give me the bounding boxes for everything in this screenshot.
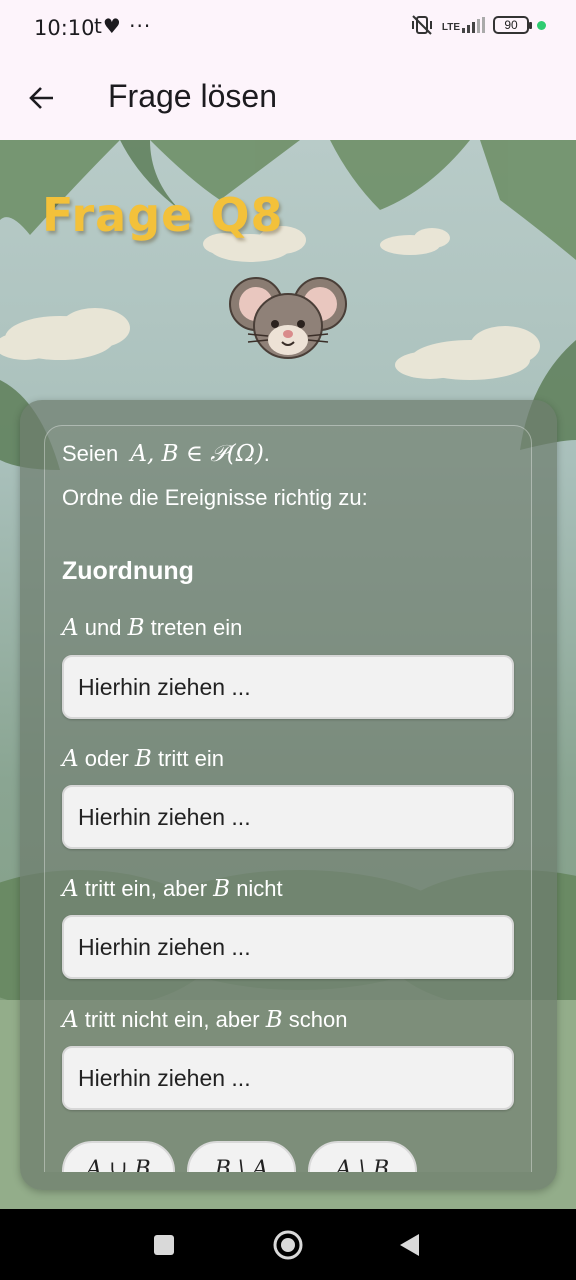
- label-text: tritt ein: [157, 746, 224, 771]
- signal-group: LTE: [442, 17, 485, 33]
- math-var: B: [127, 615, 145, 641]
- label-text: und: [84, 615, 122, 640]
- drop-slot-1[interactable]: Hierhin ziehen ...: [62, 655, 514, 719]
- label-text: tritt nicht ein, aber: [84, 1007, 260, 1032]
- section-heading: Zuordnung: [62, 557, 194, 585]
- answer-chip-3[interactable]: A \ B: [308, 1141, 417, 1172]
- math-var: A: [62, 876, 79, 902]
- math-var: B: [134, 746, 152, 772]
- match-label-2: A oder B tritt ein: [62, 746, 224, 772]
- circle-home-icon: [273, 1230, 303, 1260]
- question-title: Frage Q8: [42, 188, 284, 242]
- drop-slot-3[interactable]: Hierhin ziehen ...: [62, 915, 514, 979]
- card-scroll-area[interactable]: Seien A, B ∈ 𝒫(Ω). Ordne die Ereignisse …: [20, 400, 557, 1172]
- math-var: A: [62, 615, 79, 641]
- label-text: schon: [288, 1007, 348, 1032]
- status-bar: 10:10 t♥ ··· LTE 90: [0, 0, 576, 56]
- drop-slot-2[interactable]: Hierhin ziehen ...: [62, 785, 514, 849]
- label-text: tritt ein, aber: [84, 876, 208, 901]
- signal-icon: [462, 17, 485, 33]
- label-text: oder: [84, 746, 129, 771]
- page-title: Frage lösen: [108, 78, 277, 114]
- math-var: B: [213, 876, 231, 902]
- intro-suffix: .: [263, 441, 270, 466]
- privacy-dot: [537, 20, 546, 30]
- nav-back-button[interactable]: [392, 1227, 428, 1263]
- instruction-text: Ordne die Ereignisse richtig zu:: [62, 485, 368, 510]
- match-label-4: A tritt nicht ein, aber B schon: [62, 1007, 348, 1033]
- battery-icon: 90: [493, 16, 532, 34]
- triangle-back-icon: [400, 1234, 419, 1256]
- answer-chip-1[interactable]: A ∪ B: [62, 1141, 175, 1172]
- math-var: A: [62, 1007, 79, 1033]
- answer-chip-2[interactable]: B \ A: [187, 1141, 296, 1172]
- drop-slot-4[interactable]: Hierhin ziehen ...: [62, 1046, 514, 1110]
- math-var: A: [62, 746, 79, 772]
- lte-label: LTE: [441, 22, 460, 33]
- back-button[interactable]: [22, 78, 62, 118]
- square-icon: [154, 1235, 174, 1255]
- home-button[interactable]: [270, 1227, 306, 1263]
- mouse-icon: [229, 277, 347, 359]
- status-right: LTE 90: [410, 14, 546, 36]
- arrow-left-icon: [29, 87, 53, 109]
- math-var: B: [265, 1007, 283, 1033]
- system-nav-bar: [0, 1209, 576, 1280]
- match-label-1: A und B treten ein: [62, 615, 242, 641]
- intro-prefix: Seien: [62, 441, 119, 466]
- notification-icons: t♥ ···: [94, 14, 152, 38]
- app-bar: Frage lösen: [0, 56, 576, 140]
- jungle-background: Frage Q8 Seien A, B ∈ 𝒫(Ω). Ordne die Er…: [0, 140, 576, 1209]
- intro-math: A, B ∈ 𝒫(Ω): [130, 441, 264, 467]
- intro-line: Seien A, B ∈ 𝒫(Ω).: [62, 441, 270, 467]
- battery-level: 90: [504, 18, 518, 32]
- status-time: 10:10: [34, 16, 95, 40]
- match-label-3: A tritt ein, aber B nicht: [62, 876, 283, 902]
- question-card: Seien A, B ∈ 𝒫(Ω). Ordne die Ereignisse …: [20, 400, 557, 1190]
- label-text: nicht: [236, 876, 283, 901]
- label-text: treten ein: [150, 615, 243, 640]
- mute-vibrate-icon: [411, 15, 432, 35]
- recents-button[interactable]: [146, 1227, 182, 1263]
